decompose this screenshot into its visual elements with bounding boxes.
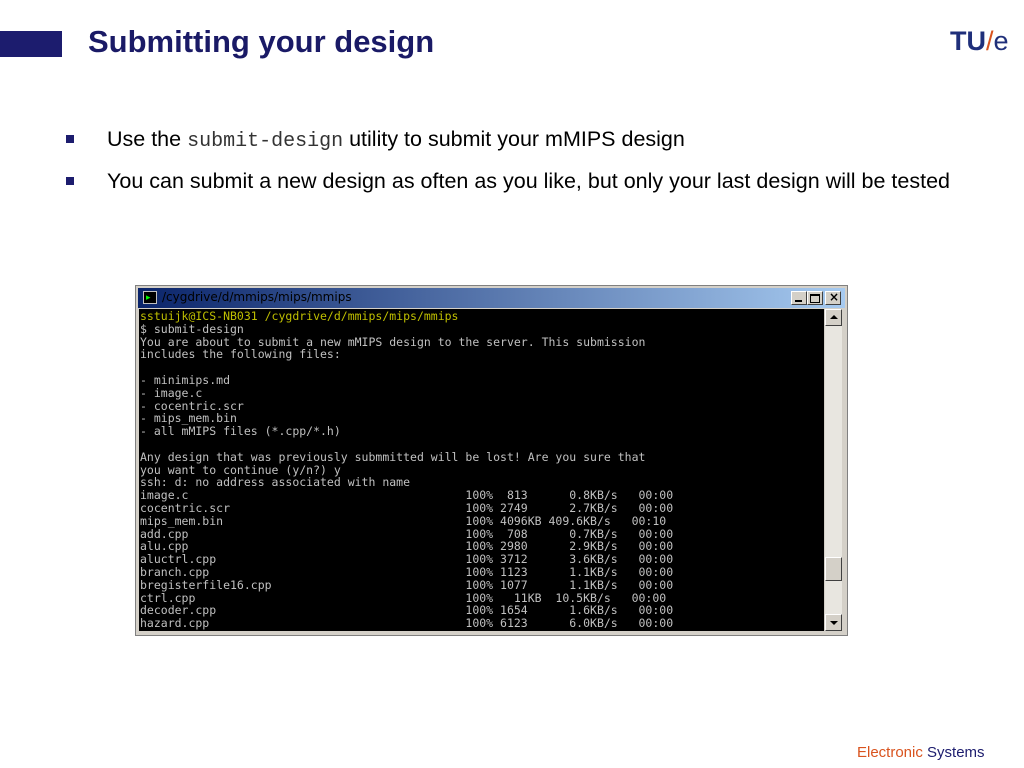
- logo-slash: /: [986, 26, 994, 56]
- console-line: hazard.cpp 100% 6123 6.0KB/s 00:00: [140, 616, 674, 631]
- close-icon: ×: [829, 290, 840, 304]
- console-line: - all mMIPS files (*.cpp/*.h): [140, 424, 341, 439]
- bullet-square-icon: [66, 135, 74, 143]
- minimize-button[interactable]: [791, 291, 807, 305]
- footer-electronic: Electronic: [857, 744, 923, 761]
- bullet-text: Use the: [107, 127, 188, 151]
- bullet-code: submit-design: [187, 130, 344, 153]
- scroll-up-button[interactable]: [825, 309, 842, 326]
- logo-tu: TU: [950, 26, 986, 56]
- vertical-scrollbar[interactable]: [825, 309, 842, 631]
- title-accent-bar: [0, 31, 62, 57]
- logo-e: e: [993, 26, 1009, 56]
- scroll-down-button[interactable]: [825, 614, 842, 631]
- console-lines: $ submit-design You are about to submit …: [140, 322, 673, 630]
- terminal-window[interactable]: ▸ /cygdrive/d/mmips/mips/mmips × sstuijk…: [135, 285, 848, 636]
- footer-brand: Electronic Systems: [857, 744, 985, 761]
- console-output[interactable]: sstuijk@ICS-NB031 /cygdrive/d/mmips/mips…: [139, 309, 824, 631]
- window-title: /cygdrive/d/mmips/mips/mmips: [162, 290, 352, 304]
- bullet-text: utility to submit your mMIPS design: [343, 127, 685, 151]
- tue-logo: TU/e: [950, 26, 1009, 57]
- bullet-square-icon: [66, 177, 74, 185]
- footer-systems: Systems: [922, 744, 985, 761]
- bullet-text: You can submit a new design as often as …: [107, 169, 950, 193]
- terminal-icon: ▸: [143, 291, 157, 304]
- slide-title: Submitting your design: [88, 24, 435, 59]
- close-button[interactable]: ×: [825, 290, 841, 305]
- bullet-list: Use the submit-design utility to submit …: [66, 124, 966, 205]
- console-line: includes the following files:: [140, 347, 341, 362]
- maximize-button[interactable]: [807, 291, 823, 305]
- bullet-item: You can submit a new design as often as …: [66, 166, 966, 196]
- window-titlebar[interactable]: ▸ /cygdrive/d/mmips/mips/mmips ×: [138, 288, 845, 308]
- scrollbar-thumb[interactable]: [825, 557, 842, 581]
- bullet-item: Use the submit-design utility to submit …: [66, 124, 966, 157]
